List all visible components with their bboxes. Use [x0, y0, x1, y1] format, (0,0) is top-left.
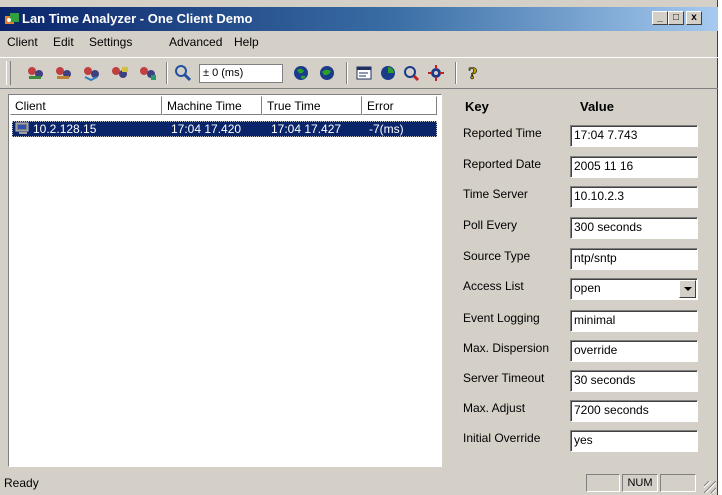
find-server-icon[interactable]: [402, 64, 424, 84]
access-list-value: open: [574, 281, 601, 295]
app-icon: [5, 13, 19, 24]
menu-bar: Client Edit Settings Advanced Help: [0, 31, 718, 53]
resize-grip[interactable]: [704, 481, 716, 493]
client-properties-icon[interactable]: [110, 64, 132, 84]
key-access-list: Access List: [463, 279, 524, 293]
details-panel: Key Value Reported Time 17:04 7.743 Repo…: [446, 94, 712, 467]
key-event-logging: Event Logging: [463, 311, 540, 325]
title-bar[interactable]: Lan Time Analyzer - One Client Demo _ □ …: [0, 7, 718, 31]
value-event-logging[interactable]: minimal: [570, 310, 698, 332]
gear-icon[interactable]: [426, 64, 448, 84]
client-sync-icon[interactable]: [82, 64, 104, 84]
client-list[interactable]: Client Machine Time True Time Error 10.2…: [8, 94, 442, 467]
key-reported-date: Reported Date: [463, 157, 542, 171]
toolbar-separator: [455, 62, 457, 84]
menu-advanced[interactable]: Advanced: [169, 35, 222, 49]
computer-icon: [15, 122, 29, 134]
status-pane-num: NUM: [622, 474, 658, 492]
client-remove-icon[interactable]: [54, 64, 76, 84]
client-settings-icon[interactable]: [138, 64, 160, 84]
clock-globe-icon[interactable]: [378, 64, 400, 84]
globe-icon[interactable]: [291, 64, 313, 84]
status-pane-scroll: [660, 474, 696, 492]
value-max-dispersion[interactable]: override: [570, 340, 698, 362]
key-poll-every: Poll Every: [463, 218, 518, 232]
toolbar-separator: [166, 62, 168, 84]
toolbar-grip[interactable]: [6, 61, 11, 85]
value-reported-time[interactable]: 17:04 7.743: [570, 125, 698, 147]
menu-help[interactable]: Help: [234, 35, 259, 49]
app-window: Lan Time Analyzer - One Client Demo _ □ …: [0, 0, 718, 495]
help-icon[interactable]: ?: [463, 64, 485, 84]
menu-client[interactable]: Client: [7, 35, 38, 49]
column-header-error[interactable]: Error: [362, 96, 437, 115]
column-header-machine-time[interactable]: Machine Time: [162, 96, 262, 115]
table-row[interactable]: 10.2.128.15 17:04 17.420 17:04 17.427 -7…: [12, 121, 437, 137]
cell-error: -7(ms): [369, 122, 404, 136]
offset-input[interactable]: ± 0 (ms): [199, 64, 283, 83]
toolbar-separator: [346, 62, 348, 84]
client-add-icon[interactable]: [26, 64, 48, 84]
value-source-type[interactable]: ntp/sntp: [570, 248, 698, 270]
status-bar: Ready NUM: [0, 471, 718, 495]
maximize-button[interactable]: □: [668, 11, 684, 25]
cell-machine-time: 17:04 17.420: [171, 122, 242, 136]
value-header: Value: [580, 99, 614, 114]
cell-client: 10.2.128.15: [33, 122, 97, 136]
key-reported-time: Reported Time: [463, 126, 542, 140]
value-server-timeout[interactable]: 30 seconds: [570, 370, 698, 392]
log-window-icon[interactable]: [354, 64, 376, 84]
key-initial-override: Initial Override: [463, 431, 541, 445]
key-time-server: Time Server: [463, 187, 528, 201]
value-reported-date[interactable]: 2005 11 16: [570, 156, 698, 178]
minimize-button[interactable]: _: [652, 11, 668, 25]
key-max-dispersion: Max. Dispersion: [463, 341, 550, 355]
value-poll-every[interactable]: 300 seconds: [570, 217, 698, 239]
key-source-type: Source Type: [463, 249, 531, 263]
value-time-server[interactable]: 10.10.2.3: [570, 186, 698, 208]
search-icon[interactable]: [173, 64, 195, 84]
status-text: Ready: [4, 476, 39, 490]
value-max-adjust[interactable]: 7200 seconds: [570, 400, 698, 422]
access-list-select[interactable]: open: [570, 278, 698, 300]
column-header-client[interactable]: Client: [10, 96, 162, 115]
menu-settings[interactable]: Settings: [89, 35, 132, 49]
key-server-timeout: Server Timeout: [463, 371, 545, 385]
chevron-down-icon[interactable]: [679, 280, 696, 298]
key-max-adjust: Max. Adjust: [463, 401, 526, 415]
cell-true-time: 17:04 17.427: [271, 122, 342, 136]
globe-sync-icon[interactable]: [317, 64, 339, 84]
toolbar: ± 0 (ms) ?: [0, 57, 718, 89]
window-title: Lan Time Analyzer - One Client Demo: [22, 11, 253, 26]
svg-text:?: ?: [468, 64, 477, 82]
value-initial-override[interactable]: yes: [570, 430, 698, 452]
status-pane-caps: [586, 474, 620, 492]
column-header-true-time[interactable]: True Time: [262, 96, 362, 115]
close-button[interactable]: x: [686, 11, 702, 25]
key-header: Key: [465, 99, 489, 114]
menu-edit[interactable]: Edit: [53, 35, 74, 49]
